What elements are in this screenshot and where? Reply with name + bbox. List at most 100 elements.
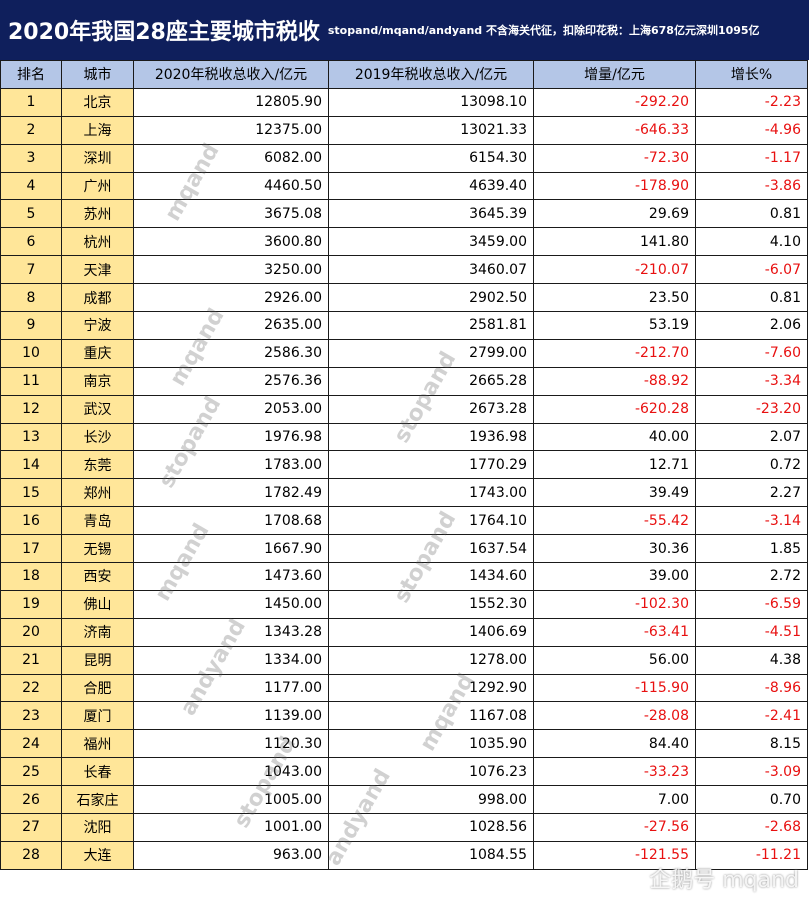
revenue-2020-cell: 1043.00	[133, 757, 329, 787]
rank-cell: 23	[0, 701, 62, 731]
corner-watermark: 企鹅号 mqand	[649, 868, 799, 893]
col-header-2019-revenue: 2019年税收总收入/亿元	[328, 60, 534, 89]
revenue-2020-cell: 1343.28	[133, 617, 329, 647]
city-cell: 杭州	[61, 227, 134, 257]
increment-cell: -178.90	[533, 171, 696, 201]
table-row: 6 杭州 3600.80 3459.00 141.80 4.10	[0, 227, 808, 257]
growth-cell: -6.07	[695, 255, 808, 285]
table-row: 20 济南 1343.28 1406.69 -63.41 -4.51	[0, 617, 808, 647]
growth-cell: -3.09	[695, 757, 808, 787]
revenue-2019-cell: 1434.60	[328, 562, 534, 591]
revenue-2019-cell: 1076.23	[328, 757, 534, 787]
increment-cell: 23.50	[533, 283, 696, 313]
increment-cell: 29.69	[533, 199, 696, 229]
table-row: 21 昆明 1334.00 1278.00 56.00 4.38	[0, 645, 808, 675]
col-header-growth: 增长%	[695, 60, 808, 89]
table-row: 25 长春 1043.00 1076.23 -33.23 -3.09	[0, 757, 808, 787]
table-row: 23 厦门 1139.00 1167.08 -28.08 -2.41	[0, 701, 808, 731]
increment-cell: 84.40	[533, 729, 696, 759]
revenue-2019-cell: 2902.50	[328, 283, 534, 313]
increment-cell: -27.56	[533, 813, 696, 842]
increment-cell: -646.33	[533, 115, 696, 145]
increment-cell: -28.08	[533, 701, 696, 731]
increment-cell: 141.80	[533, 227, 696, 257]
revenue-2019-cell: 13021.33	[328, 115, 534, 145]
city-cell: 武汉	[61, 394, 134, 424]
growth-cell: -2.23	[695, 87, 808, 117]
rank-cell: 26	[0, 785, 62, 815]
increment-cell: 12.71	[533, 450, 696, 480]
growth-cell: -8.96	[695, 673, 808, 703]
rank-cell: 4	[0, 171, 62, 201]
increment-cell: 40.00	[533, 422, 696, 452]
increment-cell: -72.30	[533, 143, 696, 173]
table-row: 7 天津 3250.00 3460.07 -210.07 -6.07	[0, 255, 808, 285]
table-row: 17 无锡 1667.90 1637.54 30.36 1.85	[0, 534, 808, 564]
revenue-2020-cell: 3675.08	[133, 199, 329, 229]
growth-cell: -4.51	[695, 617, 808, 647]
revenue-2019-cell: 2673.28	[328, 394, 534, 424]
table-row: 22 合肥 1177.00 1292.90 -115.90 -8.96	[0, 673, 808, 703]
revenue-2020-cell: 12805.90	[133, 87, 329, 117]
increment-cell: 53.19	[533, 311, 696, 340]
revenue-2019-cell: 2581.81	[328, 311, 534, 340]
rank-cell: 12	[0, 394, 62, 424]
growth-cell: -3.14	[695, 506, 808, 536]
title-banner: 2020年我国28座主要城市税收 stopand/mqand/andyand 不…	[0, 0, 809, 60]
growth-cell: 4.38	[695, 645, 808, 675]
rank-cell: 1	[0, 87, 62, 117]
growth-cell: 0.81	[695, 283, 808, 313]
city-cell: 上海	[61, 115, 134, 145]
table-row: 1 北京 12805.90 13098.10 -292.20 -2.23	[0, 87, 808, 117]
growth-cell: -23.20	[695, 394, 808, 424]
city-cell: 厦门	[61, 701, 134, 731]
growth-cell: 4.10	[695, 227, 808, 257]
revenue-2020-cell: 1139.00	[133, 701, 329, 731]
growth-cell: 2.06	[695, 311, 808, 340]
revenue-2020-cell: 1782.49	[133, 478, 329, 508]
growth-cell: -4.96	[695, 115, 808, 145]
revenue-2019-cell: 1406.69	[328, 617, 534, 647]
table-header-row: 排名 城市 2020年税收总收入/亿元 2019年税收总收入/亿元 增量/亿元 …	[0, 60, 808, 89]
table-row: 15 郑州 1782.49 1743.00 39.49 2.27	[0, 478, 808, 508]
increment-cell: -33.23	[533, 757, 696, 787]
table-row: 5 苏州 3675.08 3645.39 29.69 0.81	[0, 199, 808, 229]
city-cell: 石家庄	[61, 785, 134, 815]
rank-cell: 24	[0, 729, 62, 759]
rank-cell: 17	[0, 534, 62, 564]
revenue-2019-cell: 998.00	[328, 785, 534, 815]
table-row: 13 长沙 1976.98 1936.98 40.00 2.07	[0, 422, 808, 452]
city-cell: 福州	[61, 729, 134, 759]
rank-cell: 11	[0, 366, 62, 396]
table-row: 8 成都 2926.00 2902.50 23.50 0.81	[0, 283, 808, 313]
growth-cell: -3.34	[695, 366, 808, 396]
city-cell: 成都	[61, 283, 134, 313]
revenue-2019-cell: 6154.30	[328, 143, 534, 173]
table-row: 16 青岛 1708.68 1764.10 -55.42 -3.14	[0, 506, 808, 536]
revenue-2019-cell: 1552.30	[328, 589, 534, 619]
revenue-2020-cell: 2053.00	[133, 394, 329, 424]
rank-cell: 13	[0, 422, 62, 452]
rank-cell: 19	[0, 589, 62, 619]
table-row: 26 石家庄 1005.00 998.00 7.00 0.70	[0, 785, 808, 815]
city-cell: 西安	[61, 562, 134, 591]
revenue-2019-cell: 3460.07	[328, 255, 534, 285]
growth-cell: -3.86	[695, 171, 808, 201]
rank-cell: 14	[0, 450, 62, 480]
city-cell: 无锡	[61, 534, 134, 564]
table-row: 11 南京 2576.36 2665.28 -88.92 -3.34	[0, 366, 808, 396]
increment-cell: -63.41	[533, 617, 696, 647]
rank-cell: 15	[0, 478, 62, 508]
table-row: 2 上海 12375.00 13021.33 -646.33 -4.96	[0, 115, 808, 145]
city-cell: 天津	[61, 255, 134, 285]
table-row: 19 佛山 1450.00 1552.30 -102.30 -6.59	[0, 589, 808, 619]
growth-cell: 0.72	[695, 450, 808, 480]
col-header-2020-revenue: 2020年税收总收入/亿元	[133, 60, 329, 89]
growth-cell: 2.27	[695, 478, 808, 508]
revenue-2019-cell: 4639.40	[328, 171, 534, 201]
table-row: 14 东莞 1783.00 1770.29 12.71 0.72	[0, 450, 808, 480]
revenue-2019-cell: 2665.28	[328, 366, 534, 396]
rank-cell: 22	[0, 673, 62, 703]
city-cell: 大连	[61, 840, 134, 870]
increment-cell: 7.00	[533, 785, 696, 815]
